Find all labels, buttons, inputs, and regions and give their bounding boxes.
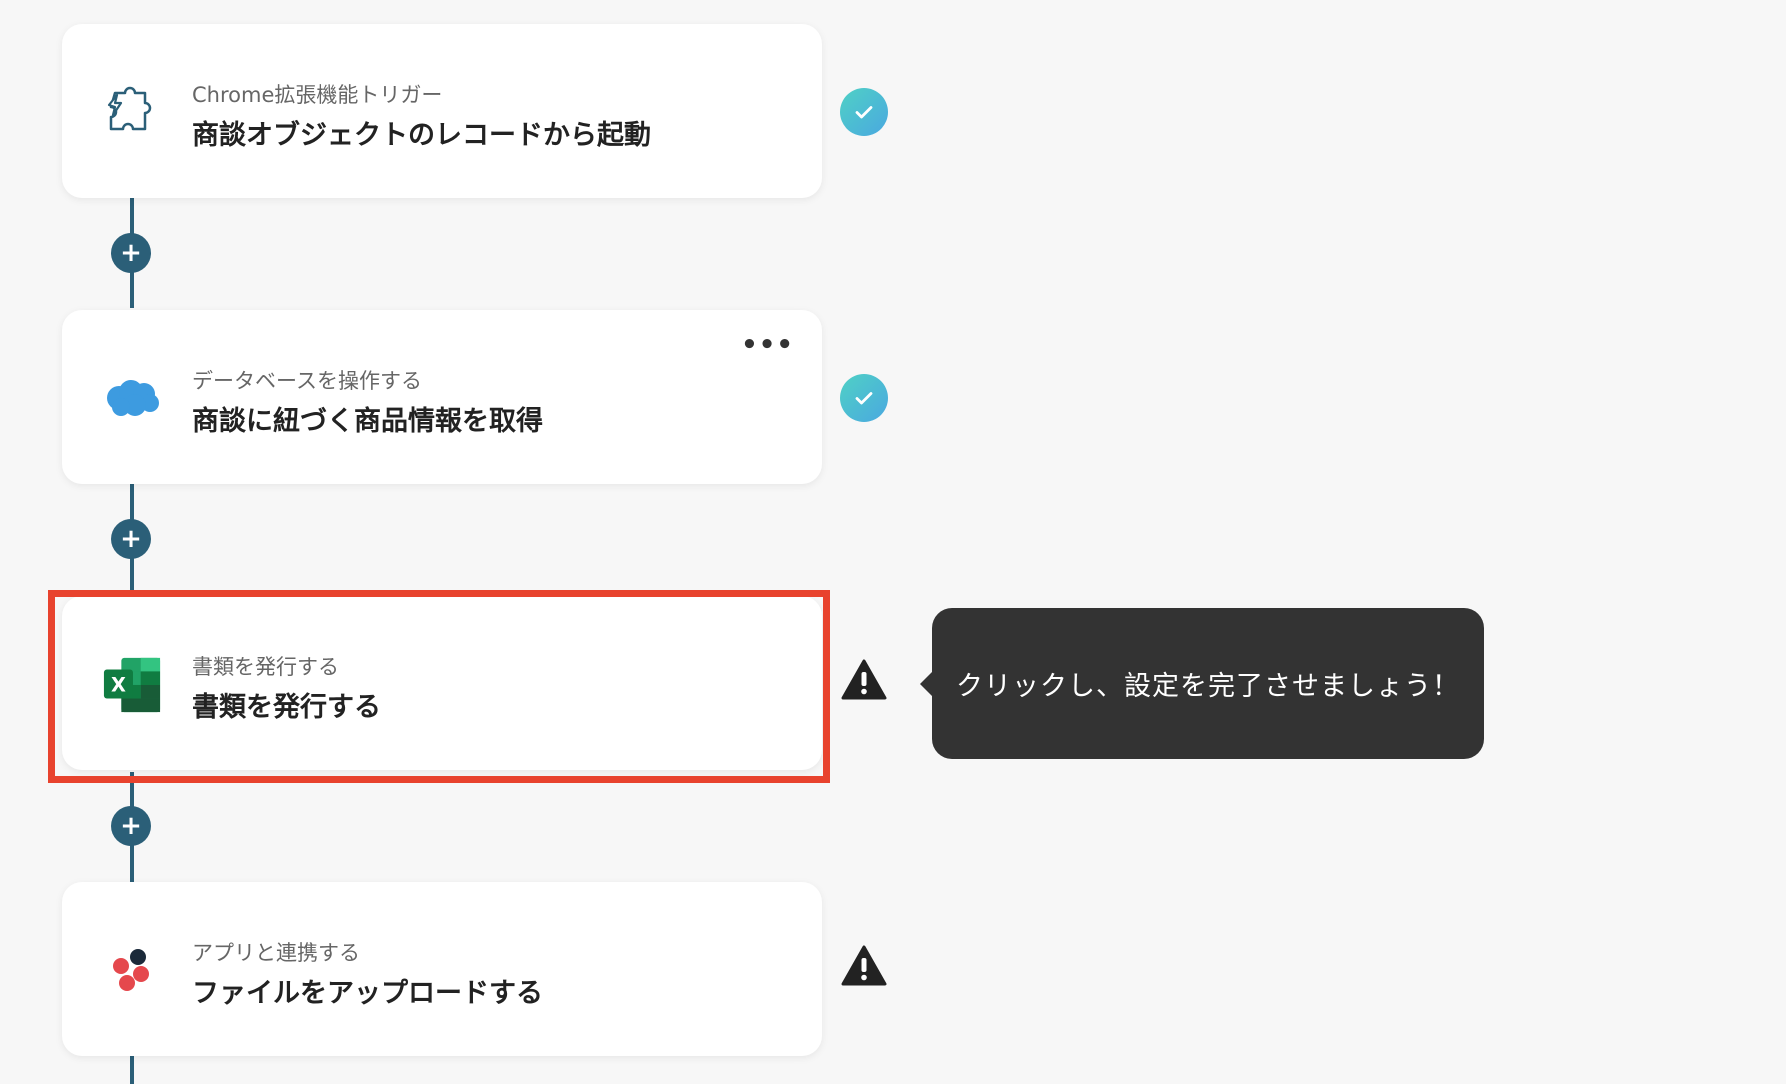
setup-tooltip: クリックし、設定を完了させましょう！ [920,608,1484,759]
add-step-button[interactable]: + [111,233,151,273]
step-subtitle: データベースを操作する [192,369,422,393]
step-card-chrome-trigger[interactable]: Chrome拡張機能トリガー 商談オブジェクトのレコードから起動 [62,24,822,198]
step-subtitle: アプリと連携する [192,941,360,965]
puzzle-lightning-icon [102,82,162,142]
add-step-button[interactable]: + [111,806,151,846]
step-subtitle: Chrome拡張機能トリガー [192,83,443,107]
add-step-button[interactable]: + [111,519,151,559]
warning-icon [841,945,887,986]
flow-connector [130,1054,134,1084]
check-icon [840,374,888,422]
check-icon [840,88,888,136]
step-status-complete [840,88,888,136]
step-status-warning [840,942,888,990]
salesforce-cloud-icon [102,368,162,428]
highlight-frame [48,590,830,783]
step-title: ファイルをアップロードする [192,978,543,1009]
step-status-complete [840,374,888,422]
tooltip-text: クリックし、設定を完了させましょう！ [956,671,1460,702]
app-logo-icon [102,940,162,1000]
warning-icon [841,659,887,700]
step-title: 商談オブジェクトのレコードから起動 [192,120,651,151]
more-options-button[interactable]: ••• [741,330,794,360]
step-status-warning [840,656,888,704]
step-card-database[interactable]: ••• データベースを操作する 商談に紐づく商品情報を取得 [62,310,822,484]
step-title: 商談に紐づく商品情報を取得 [192,406,543,437]
step-card-app-integration[interactable]: アプリと連携する ファイルをアップロードする [62,882,822,1056]
